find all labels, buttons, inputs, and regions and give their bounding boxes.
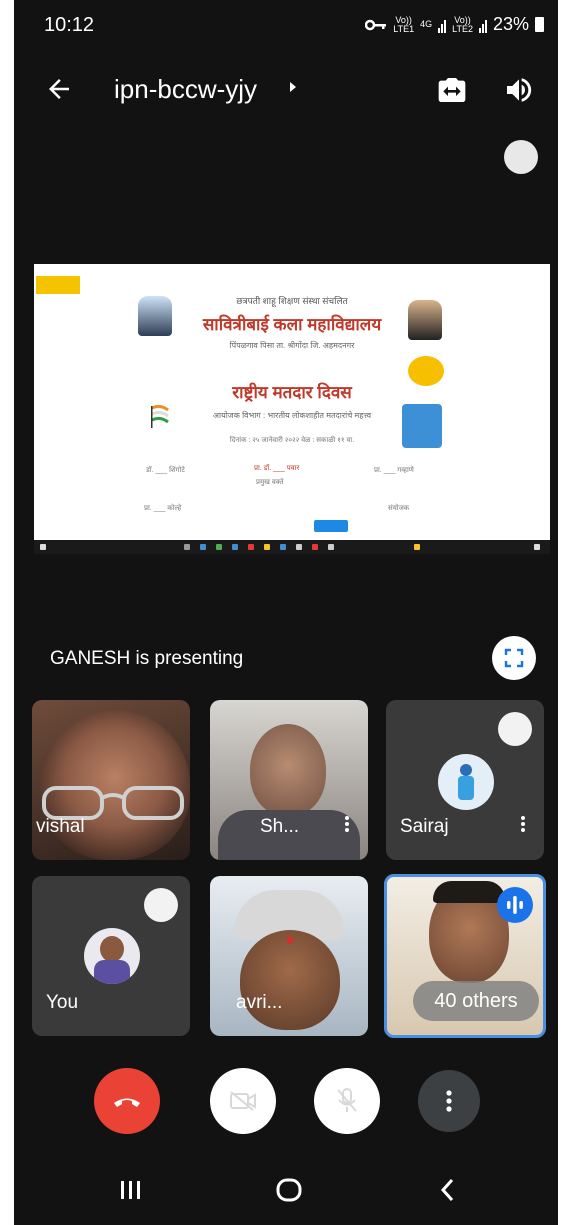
- taskbar-app-icon: [216, 544, 222, 550]
- home-icon[interactable]: [274, 1170, 304, 1210]
- taskbar-app-icon: [264, 544, 270, 550]
- slide-speaker-3: प्रा. ___ गव्हाणे: [374, 467, 414, 474]
- taskbar-tray-icon: [414, 544, 420, 550]
- taskbar-app-icon: [280, 544, 286, 550]
- sim1-label-bottom: LTE1: [393, 23, 415, 34]
- slide-event-sub: आयोजक विभाग : भारतीय लोकशाहीत मतदारांचे …: [212, 411, 372, 420]
- taskbar-app-icon: [200, 544, 206, 550]
- more-vert-icon[interactable]: [520, 814, 526, 836]
- fullscreen-button[interactable]: [492, 636, 536, 680]
- slide-subline: पिंपळगाव पिसा ता. श्रीगोंदा जि. अहमदनगर: [229, 341, 355, 350]
- back-icon[interactable]: [436, 1170, 460, 1210]
- avatar-body: [94, 960, 130, 984]
- participant-tile-avri[interactable]: avri...: [210, 876, 368, 1036]
- more-options-button[interactable]: [418, 1070, 480, 1132]
- status-time: 10:12: [44, 14, 95, 36]
- slide-event-date: दिनांक : २५ जानेवारी २०२२ वेळ : सकाळी ११…: [229, 437, 355, 444]
- chevron-right-icon[interactable]: [288, 80, 298, 94]
- participant-tile-sairaj[interactable]: Sairaj: [386, 700, 544, 860]
- slide-college-name: सावित्रीबाई कला महाविद्यालय: [202, 315, 382, 334]
- participant-tile-you[interactable]: You: [32, 876, 190, 1036]
- slide-yellow-badge: [36, 276, 80, 294]
- battery-percent: 23%: [492, 14, 529, 34]
- taskbar-app-icon: [232, 544, 238, 550]
- slide-speaker-1: डॉ. ___ शिंगोटे: [146, 467, 185, 474]
- slide-footer-left: प्रा. ___ कोल्हे: [144, 505, 182, 512]
- participant-name: Sh...: [260, 816, 300, 837]
- slide-speaker-2: प्रा. डॉ. ___ पवार: [254, 465, 300, 472]
- slide-header-small: छत्रपती शाहू शिक्षण संस्था संचलित: [236, 296, 348, 306]
- recent-apps-icon[interactable]: [118, 1170, 144, 1210]
- presentation-slide: छत्रपती शाहू शिक्षण संस्था संचलित सावित्…: [34, 264, 550, 540]
- sim1-label: Vo)) LTE1: [393, 15, 415, 34]
- status-icons: Vo)) LTE1 4G Vo)) LTE2 23%: [365, 14, 544, 35]
- signal-icon: [438, 17, 447, 33]
- network-label: 4G: [420, 19, 433, 29]
- switch-camera-icon[interactable]: [436, 74, 468, 106]
- end-call-icon: [114, 1098, 140, 1107]
- participant-tile-vishal[interactable]: vishal: [32, 700, 190, 860]
- audio-level-icon: [507, 896, 523, 914]
- mic-off-icon: [337, 1088, 357, 1112]
- slide-blue-button: [314, 520, 348, 532]
- end-call-button[interactable]: [94, 1068, 160, 1134]
- more-vert-icon: [446, 1090, 452, 1112]
- taskbar-notification-icon: [534, 544, 540, 550]
- speaking-indicator: [497, 887, 533, 923]
- mute-indicator: [144, 888, 178, 922]
- taskbar-app-icon: [184, 544, 190, 550]
- battery-icon: [535, 17, 544, 32]
- participant-tile-others[interactable]: 40 others: [384, 874, 546, 1038]
- participant-video-face: [250, 724, 326, 816]
- sim2-label: Vo)) LTE2: [452, 15, 473, 34]
- mute-indicator: [498, 712, 532, 746]
- presenting-label: GANESH is presenting: [50, 648, 244, 669]
- avatar: [84, 928, 140, 984]
- taskbar-app-icon: [312, 544, 318, 550]
- slide-taskbar: [34, 540, 550, 554]
- avatar-figure: [460, 764, 472, 776]
- participant-name: Sairaj: [400, 816, 449, 837]
- tilak-mark: [287, 936, 293, 944]
- participant-tile-sh[interactable]: Sh...: [210, 700, 368, 860]
- more-vert-icon[interactable]: [344, 814, 350, 836]
- avatar-face: [100, 936, 124, 962]
- avatar: [438, 754, 494, 810]
- taskbar-app-icon: [328, 544, 334, 550]
- meeting-app-bar: ipn-bccw-yjy: [14, 60, 558, 120]
- participant-video-hair: [433, 881, 505, 903]
- overflow-dot-button[interactable]: [504, 140, 538, 174]
- taskbar-app-icon: [248, 544, 254, 550]
- participant-video-face: [240, 930, 340, 1030]
- windows-icon: [40, 544, 46, 550]
- fullscreen-icon: [504, 648, 524, 668]
- taskbar-app-icon: [296, 544, 302, 550]
- meeting-code[interactable]: ipn-bccw-yjy: [114, 74, 257, 105]
- slide-footer-right: संयोजक: [388, 505, 410, 512]
- mic-toggle-button[interactable]: [314, 1068, 380, 1134]
- participant-name: You: [46, 992, 79, 1013]
- participant-name: avri...: [236, 992, 283, 1013]
- others-count: 40 others: [413, 981, 539, 1021]
- signal-icon-2: [478, 17, 487, 33]
- phone-screen: 10:12 Vo)) LTE1 4G Vo)) LTE2 23% ipn-bcc…: [14, 0, 558, 1225]
- avatar-figure-body: [458, 776, 474, 800]
- speaker-icon[interactable]: [502, 74, 536, 106]
- sim2-label-bottom: LTE2: [452, 23, 473, 34]
- slide-event-title: राष्ट्रीय मतदार दिवस: [232, 383, 352, 402]
- participant-name: vishal: [36, 816, 85, 837]
- camera-toggle-button[interactable]: [210, 1068, 276, 1134]
- status-bar: 10:12 Vo)) LTE1 4G Vo)) LTE2 23%: [14, 0, 558, 56]
- back-arrow-icon[interactable]: [44, 74, 74, 104]
- slide-speaker-2-role: प्रमुख वक्ते: [256, 479, 284, 486]
- camera-off-icon: [230, 1091, 256, 1111]
- vpn-key-icon: [365, 19, 387, 30]
